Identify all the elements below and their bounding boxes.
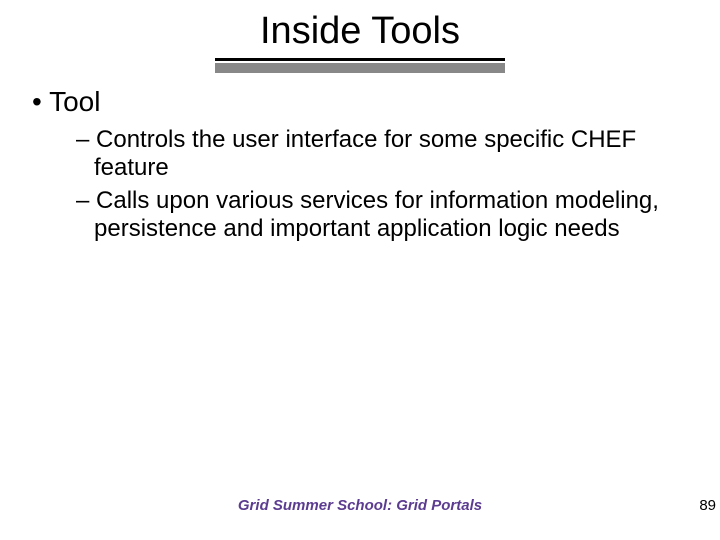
- page-number: 89: [699, 497, 716, 514]
- title-underline: [215, 58, 505, 73]
- title-wrap: Inside Tools: [0, 10, 720, 53]
- slide-title: Inside Tools: [260, 10, 460, 53]
- content-area: Tool Controls the user interface for som…: [32, 86, 672, 247]
- bullet-level1: Tool: [32, 86, 672, 118]
- underline-thick: [215, 63, 505, 73]
- bullet-level2: Controls the user interface for some spe…: [76, 126, 672, 183]
- slide: Inside Tools Tool Controls the user inte…: [0, 0, 720, 540]
- underline-thin: [215, 58, 505, 61]
- bullet-level2: Calls upon various services for informat…: [76, 187, 672, 244]
- footer-text: Grid Summer School: Grid Portals: [0, 497, 720, 514]
- sub-list: Controls the user interface for some spe…: [76, 126, 672, 243]
